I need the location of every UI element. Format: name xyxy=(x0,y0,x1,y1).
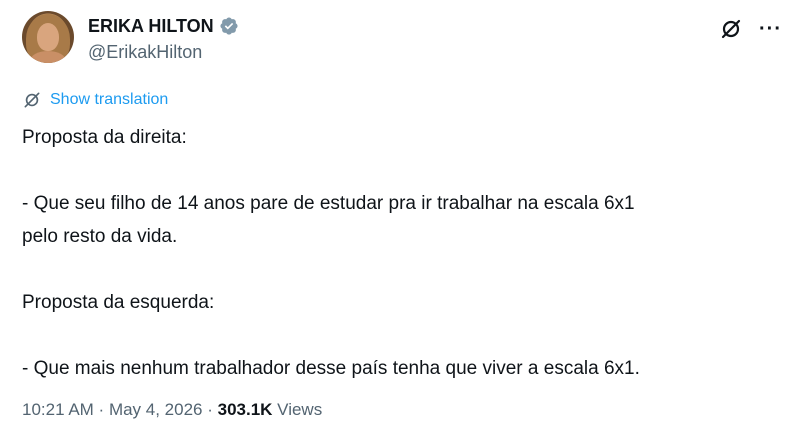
author-display-name[interactable]: ERIKA HILTON xyxy=(88,15,214,37)
author-display-name-row[interactable]: ERIKA HILTON xyxy=(88,15,239,37)
meta-separator: · xyxy=(93,400,109,419)
views-count[interactable]: 303.1K xyxy=(218,400,273,419)
avatar-face xyxy=(37,23,59,51)
tweet-date[interactable]: May 4, 2026 xyxy=(109,400,203,419)
tweet-text: Proposta da direita: - Que seu filho de … xyxy=(22,121,792,385)
avatar[interactable] xyxy=(22,11,74,63)
tweet-time[interactable]: 10:21 AM xyxy=(22,400,94,419)
tweet-line: Proposta da esquerda: xyxy=(22,292,215,313)
grok-icon[interactable] xyxy=(719,17,743,41)
author-handle[interactable]: @ErikakHilton xyxy=(88,41,239,63)
show-translation-label[interactable]: Show translation xyxy=(50,90,168,110)
tweet-line: pelo resto da vida. xyxy=(22,226,178,247)
more-options-icon[interactable]: ··· xyxy=(759,19,782,39)
tweet-meta: 10:21 AM · May 4, 2026 · 303.1K Views xyxy=(22,398,322,422)
tweet-line: Proposta da direita: xyxy=(22,127,187,148)
tweet-line: - Que seu filho de 14 anos pare de estud… xyxy=(22,193,635,214)
show-translation-link[interactable]: Show translation xyxy=(22,90,168,110)
author-names: ERIKA HILTON @ErikakHilton xyxy=(88,15,239,63)
top-actions: ··· xyxy=(719,17,782,41)
verified-badge-icon[interactable] xyxy=(219,16,239,36)
tweet-header: ERIKA HILTON @ErikakHilton ··· xyxy=(22,11,782,67)
translate-icon xyxy=(24,92,40,108)
views-label[interactable]: Views xyxy=(272,400,322,419)
meta-separator: · xyxy=(202,400,218,419)
tweet-line: - Que mais nenhum trabalhador desse país… xyxy=(22,358,640,379)
